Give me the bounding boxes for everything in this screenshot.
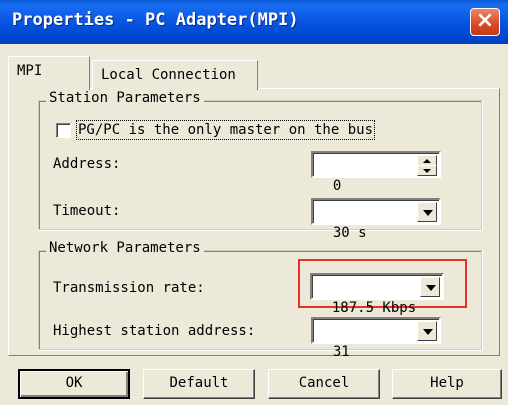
address-spinner[interactable]: 0: [311, 151, 441, 194]
transmission-rate-dropdown-icon[interactable]: [420, 277, 440, 297]
highest-station-address-dropdown-icon[interactable]: [417, 321, 437, 341]
highest-station-address-label: Highest station address:: [53, 323, 256, 339]
address-value[interactable]: 0: [333, 178, 341, 194]
spin-down-icon[interactable]: [417, 165, 437, 176]
tab-local-connection[interactable]: Local Connection: [92, 60, 258, 90]
timeout-value: 30 s: [332, 225, 367, 241]
highest-station-address-value: 31: [332, 344, 350, 360]
cancel-button[interactable]: Cancel: [268, 369, 380, 399]
only-master-checkbox[interactable]: [56, 123, 71, 138]
transmission-rate-value: 187.5 Kbps: [331, 300, 417, 316]
timeout-dropdown-icon[interactable]: [417, 202, 437, 222]
timeout-label: Timeout:: [53, 203, 121, 219]
station-parameters-label: Station Parameters: [46, 90, 204, 106]
tab-mpi-label: MPI: [17, 63, 43, 79]
timeout-select[interactable]: 30 s: [311, 198, 441, 241]
tab-local-connection-label: Local Connection: [101, 67, 236, 83]
ok-button[interactable]: OK: [18, 369, 130, 399]
highest-station-address-select[interactable]: 31: [311, 317, 441, 360]
network-parameters-label: Network Parameters: [46, 240, 204, 256]
help-button[interactable]: Help: [392, 369, 502, 399]
only-master-label[interactable]: PG/PC is the only master on the bus: [76, 120, 376, 140]
window-title: Properties - PC Adapter(MPI): [12, 10, 299, 30]
transmission-rate-select[interactable]: 187.5 Kbps: [310, 273, 444, 316]
close-button[interactable]: ×: [470, 8, 500, 36]
transmission-rate-label: Transmission rate:: [53, 280, 205, 296]
address-label: Address:: [53, 156, 121, 172]
close-icon: ×: [475, 8, 495, 33]
default-button[interactable]: Default: [143, 369, 255, 399]
tab-mpi[interactable]: MPI: [8, 56, 90, 90]
